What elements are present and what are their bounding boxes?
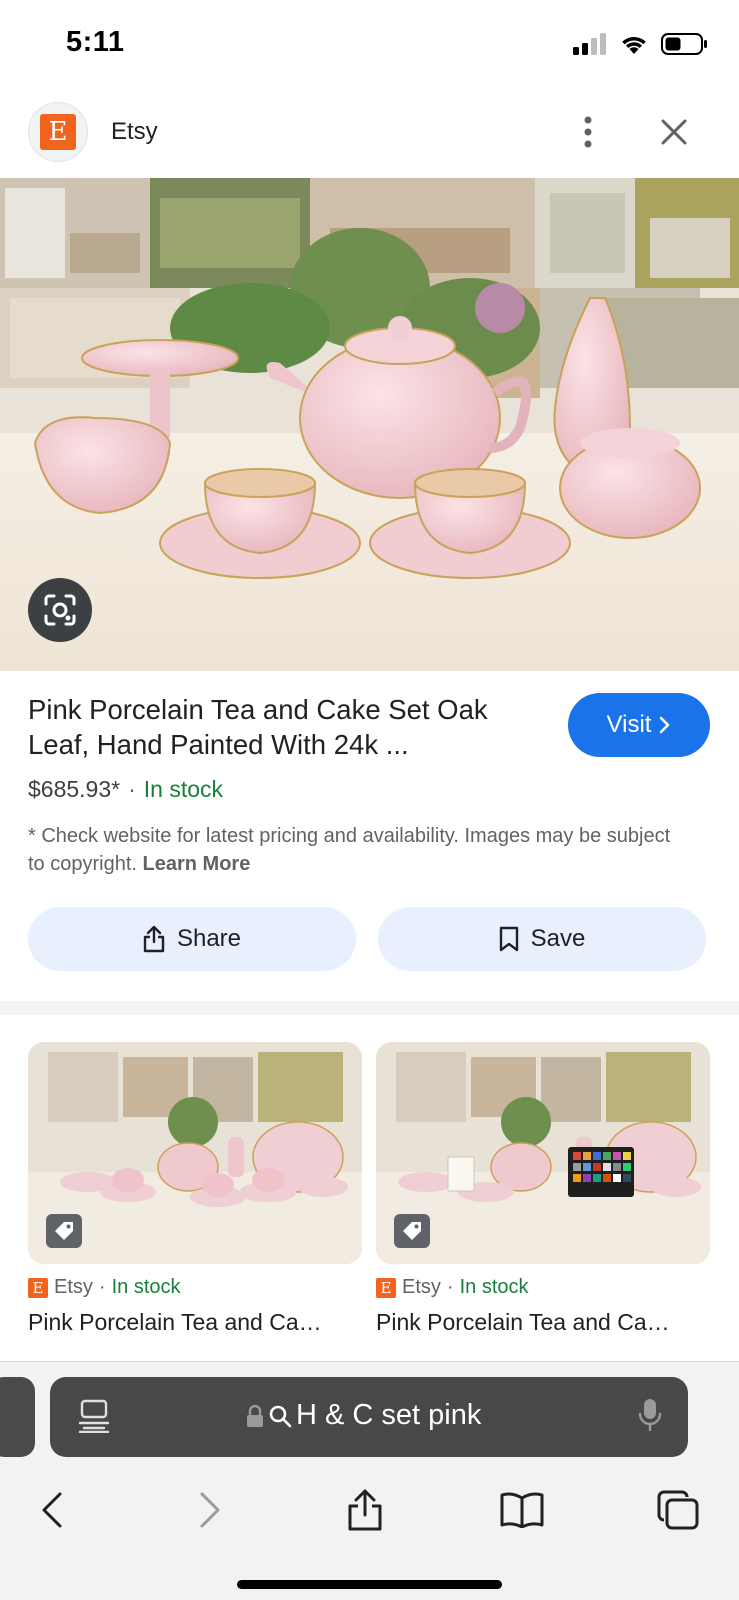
cellular-signal-icon [573, 33, 606, 55]
site-name[interactable]: Etsy [111, 118, 158, 146]
shopping-tag-badge [46, 1214, 82, 1248]
lens-icon [44, 594, 76, 626]
etsy-logo-icon: E [40, 114, 76, 150]
related-item[interactable]: E Etsy · In stock Pink Porcelain Tea and C… [28, 1042, 362, 1336]
share-page-button[interactable] [335, 1480, 395, 1540]
tabs-icon [657, 1490, 699, 1530]
visit-button[interactable]: Visit [568, 693, 710, 757]
related-item-title[interactable]: Pink Porcelain Tea and Ca… [376, 1309, 710, 1336]
source-name: Etsy [54, 1276, 93, 1298]
browser-chrome: H & C set pink [0, 1361, 739, 1600]
tea-set-photo [0, 178, 739, 671]
more-vertical-icon [584, 116, 592, 148]
home-indicator[interactable] [237, 1580, 502, 1589]
tabs-button[interactable] [648, 1480, 708, 1540]
bookmark-icon [499, 926, 518, 952]
stock-status: In stock [111, 1276, 181, 1298]
address-bar[interactable]: H & C set pink [50, 1377, 688, 1457]
related-item-source: E Etsy · In stock [28, 1276, 362, 1299]
price-row: $685.93* · In stock [28, 776, 223, 803]
address-query: H & C set pink [296, 1399, 482, 1431]
save-label: Save [530, 925, 586, 952]
microphone-icon [638, 1399, 662, 1432]
separator-dot: · [446, 1276, 454, 1298]
chevron-left-icon [42, 1492, 62, 1528]
tag-icon [55, 1222, 73, 1240]
share-label: Share [176, 925, 242, 952]
back-button[interactable] [22, 1480, 82, 1540]
book-icon [500, 1492, 544, 1528]
stock-status: In stock [143, 776, 224, 802]
disclaimer-text: * Check website for latest pricing and a… [28, 825, 671, 875]
etsy-logo-icon: E [28, 1277, 48, 1298]
lock-icon [247, 1404, 263, 1427]
browser-toolbar [0, 1480, 739, 1540]
status-icons [573, 32, 709, 56]
battery-icon [661, 33, 707, 55]
section-divider [0, 1001, 739, 1015]
close-icon [661, 119, 687, 145]
related-item-image[interactable] [28, 1042, 362, 1264]
site-logo[interactable]: E [28, 102, 88, 162]
visit-label: Visit [606, 711, 652, 738]
forward-button[interactable] [180, 1480, 240, 1540]
search-icon [269, 1405, 292, 1427]
etsy-logo-icon: E [376, 1277, 396, 1298]
related-item-source: E Etsy · In stock [376, 1276, 710, 1299]
related-item-title[interactable]: Pink Porcelain Tea and Ca… [28, 1309, 362, 1336]
more-options-button[interactable] [568, 110, 608, 154]
bookmarks-button[interactable] [492, 1480, 552, 1540]
lens-search-button[interactable] [28, 578, 92, 642]
product-image[interactable] [0, 178, 739, 671]
share-icon [143, 925, 165, 953]
wifi-icon [622, 37, 646, 54]
address-text-group: H & C set pink [246, 1399, 481, 1432]
disclaimer: * Check website for latest pricing and a… [28, 822, 688, 878]
stock-status: In stock [459, 1276, 529, 1298]
status-time: 5:11 [66, 26, 125, 58]
related-item[interactable]: E Etsy · In stock Pink Porcelain Tea and C… [376, 1042, 710, 1336]
status-bar: 5:11 [0, 0, 739, 90]
close-button[interactable] [650, 110, 698, 154]
share-button[interactable]: Share [28, 907, 356, 971]
learn-more-link[interactable]: Learn More [143, 853, 251, 875]
shopping-tag-badge [394, 1214, 430, 1248]
source-name: Etsy [402, 1276, 441, 1298]
tag-icon [403, 1222, 421, 1240]
chevron-right-icon [660, 716, 670, 734]
related-item-image[interactable] [376, 1042, 710, 1264]
site-header: E Etsy [0, 90, 739, 178]
previous-tab-preview[interactable] [0, 1377, 35, 1457]
voice-search-button[interactable] [638, 1397, 662, 1438]
product-title[interactable]: Pink Porcelain Tea and Cake Set Oak Leaf… [28, 692, 548, 762]
reader-mode-button[interactable] [78, 1399, 110, 1438]
product-price: $685.93* [28, 776, 121, 802]
save-button[interactable]: Save [378, 907, 706, 971]
separator-dot: · [128, 776, 136, 802]
reader-icon [78, 1399, 110, 1434]
chevron-right-icon [200, 1492, 220, 1528]
separator-dot: · [98, 1276, 106, 1298]
share-icon [348, 1489, 382, 1531]
